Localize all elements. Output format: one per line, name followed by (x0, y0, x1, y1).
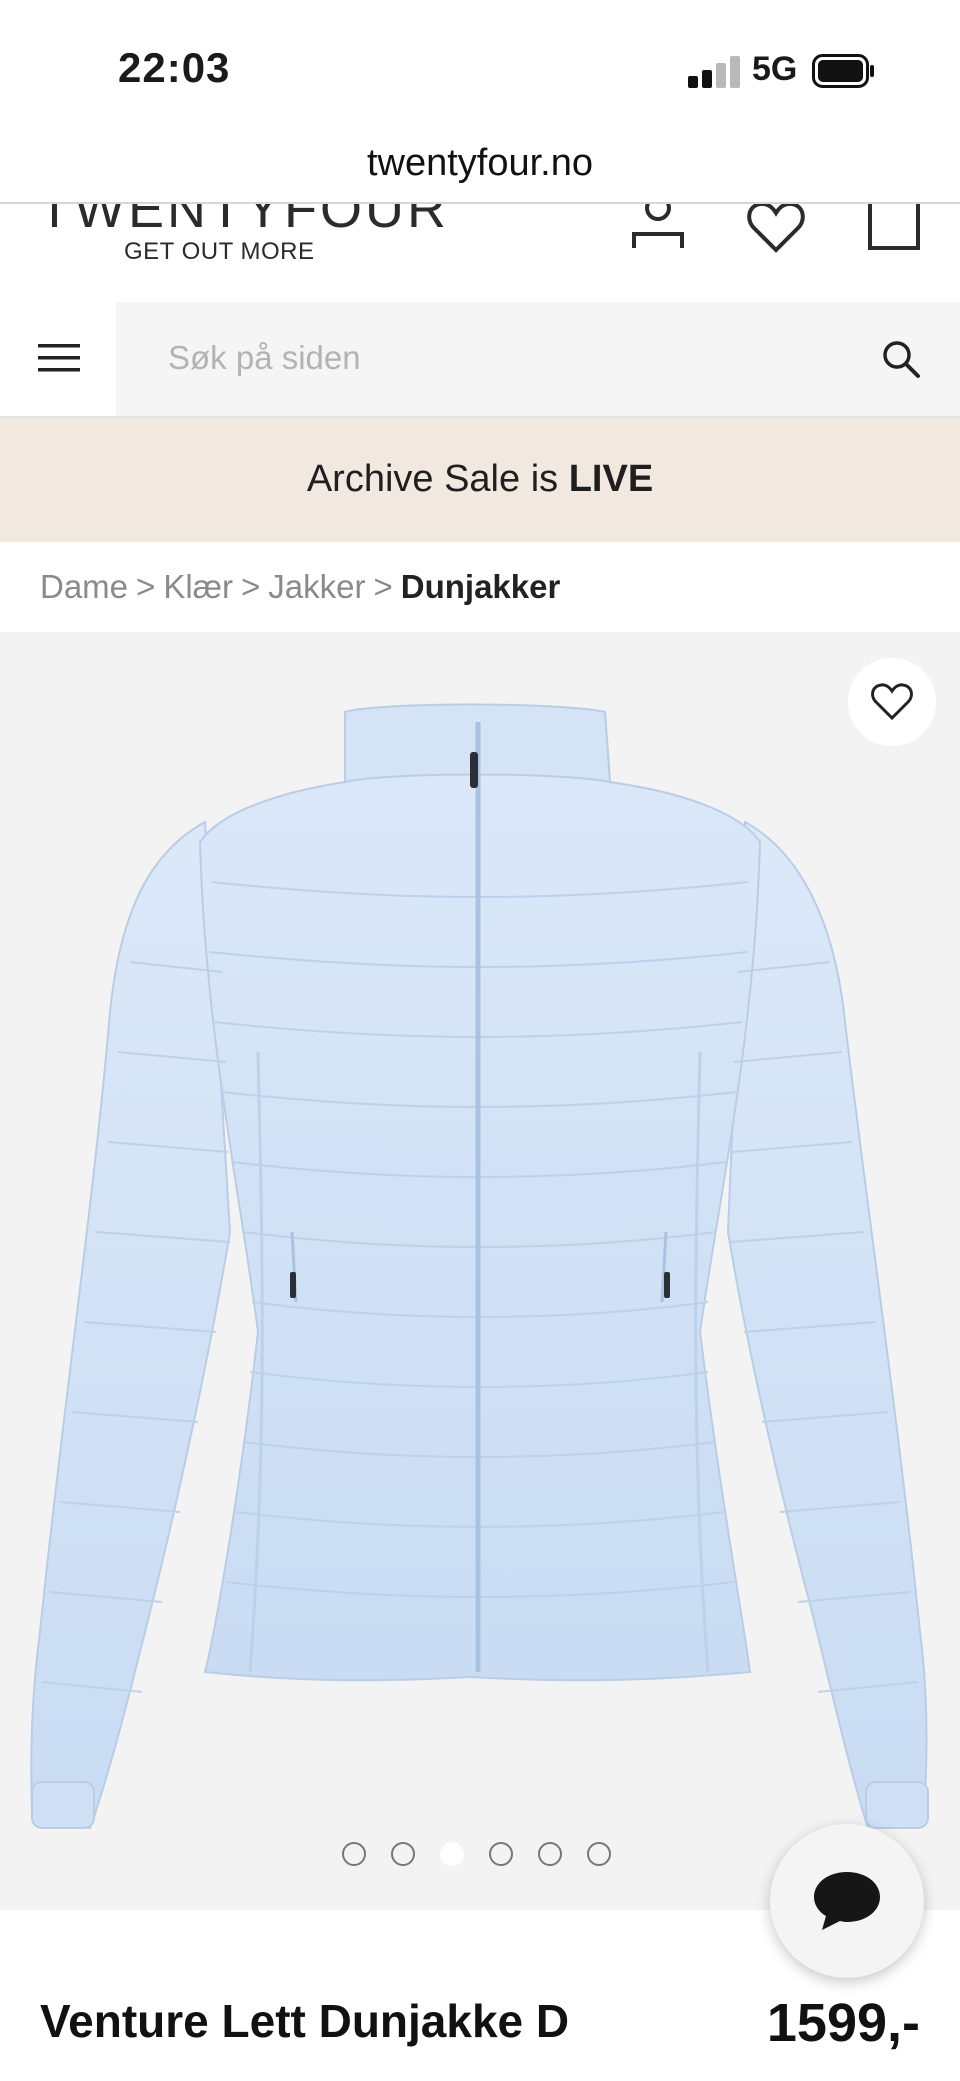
battery-icon (812, 54, 874, 88)
breadcrumb-separator: > (241, 568, 261, 605)
chat-button[interactable] (770, 1824, 924, 1978)
gallery-dot[interactable] (489, 1842, 513, 1866)
logo[interactable]: TWENTYFOUR (38, 204, 449, 240)
banner-text: Archive Sale is (306, 458, 559, 500)
heart-icon[interactable] (744, 204, 808, 262)
chat-bubble-icon (814, 1872, 880, 1930)
network-label: 5G (752, 50, 798, 88)
breadcrumb: Dame > Klær > Jakker > Dunjakker (40, 568, 560, 606)
gallery-dot-active[interactable] (440, 1842, 464, 1866)
breadcrumb-item-klaer[interactable]: Klær (163, 568, 233, 605)
product-price: 1599,- (766, 1993, 920, 2053)
sale-banner[interactable]: Archive Sale is LIVE (0, 418, 960, 542)
browser-url-bar[interactable]: twentyfour.no (0, 130, 960, 204)
search-input[interactable] (168, 332, 828, 384)
breadcrumb-item-jakker[interactable]: Jakker (268, 568, 365, 605)
gallery-dot[interactable] (391, 1842, 415, 1866)
banner-highlight: LIVE (568, 458, 654, 500)
breadcrumb-separator: > (373, 568, 393, 605)
logo-tagline: GET OUT MORE (124, 238, 315, 265)
url-text[interactable]: twentyfour.no (367, 142, 593, 185)
site-header: TWENTYFOUR GET OUT MORE (0, 204, 960, 302)
account-icon[interactable] (626, 204, 690, 262)
bag-icon[interactable] (862, 204, 926, 262)
product-gallery[interactable] (0, 632, 960, 1910)
menu-icon (38, 344, 80, 372)
signal-icon (688, 56, 740, 88)
menu-button[interactable] (0, 302, 116, 416)
status-time: 22:03 (118, 44, 231, 91)
favorite-button[interactable] (848, 658, 936, 746)
search-icon[interactable] (880, 338, 924, 382)
gallery-dot[interactable] (538, 1842, 562, 1866)
breadcrumb-current: Dunjakker (400, 568, 561, 605)
gallery-dot[interactable] (587, 1842, 611, 1866)
status-bar: 22:03 5G (0, 0, 960, 130)
breadcrumb-separator: > (136, 568, 156, 605)
search-row (0, 302, 960, 418)
gallery-dot[interactable] (342, 1842, 366, 1866)
breadcrumb-item-dame[interactable]: Dame (40, 568, 128, 605)
heart-outline-icon (871, 683, 913, 721)
product-image[interactable] (0, 632, 960, 1910)
product-name: Venture Lett Dunjakke D (40, 1995, 570, 2047)
